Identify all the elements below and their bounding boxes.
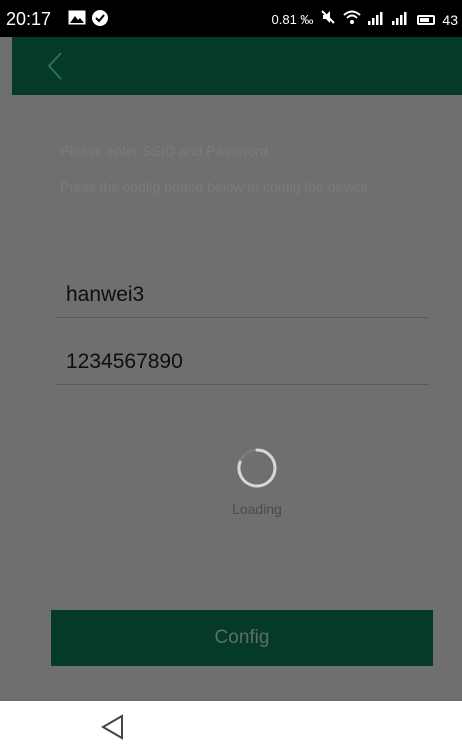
bottom-nav-bar [0,701,462,753]
signal-icon [368,10,410,30]
wifi-icon [343,9,362,30]
config-form: Please enter SSID and Password Press the… [12,95,462,701]
app-header [12,37,462,95]
mute-icon [320,9,336,30]
spinner-icon [237,448,277,488]
status-time: 20:17 [6,9,52,29]
status-bar: 20:17 0.81 ‰ 43 [0,0,462,37]
instruction-text-1: Please enter SSID and Password [60,143,268,159]
battery-level: 43 [442,11,458,28]
triangle-back-icon[interactable] [100,714,126,740]
instruction-text-2: Press the config button below to config … [60,179,373,195]
password-field[interactable]: 1234567890 [56,350,429,385]
check-circle-icon [92,10,108,29]
config-button[interactable]: Config [51,610,433,666]
password-value: 1234567890 [66,350,183,373]
data-rate: 0.81 ‰ [271,11,314,27]
battery-icon [417,14,436,25]
image-icon [68,10,86,28]
chevron-left-icon [47,52,62,80]
back-button[interactable] [40,51,70,81]
ssid-field[interactable]: hanwei3 [56,283,429,318]
ssid-value: hanwei3 [66,283,145,306]
loading-indicator: Loading [210,445,304,525]
loading-text: Loading [232,501,282,517]
status-right-group: 0.81 ‰ 43 [271,9,458,30]
